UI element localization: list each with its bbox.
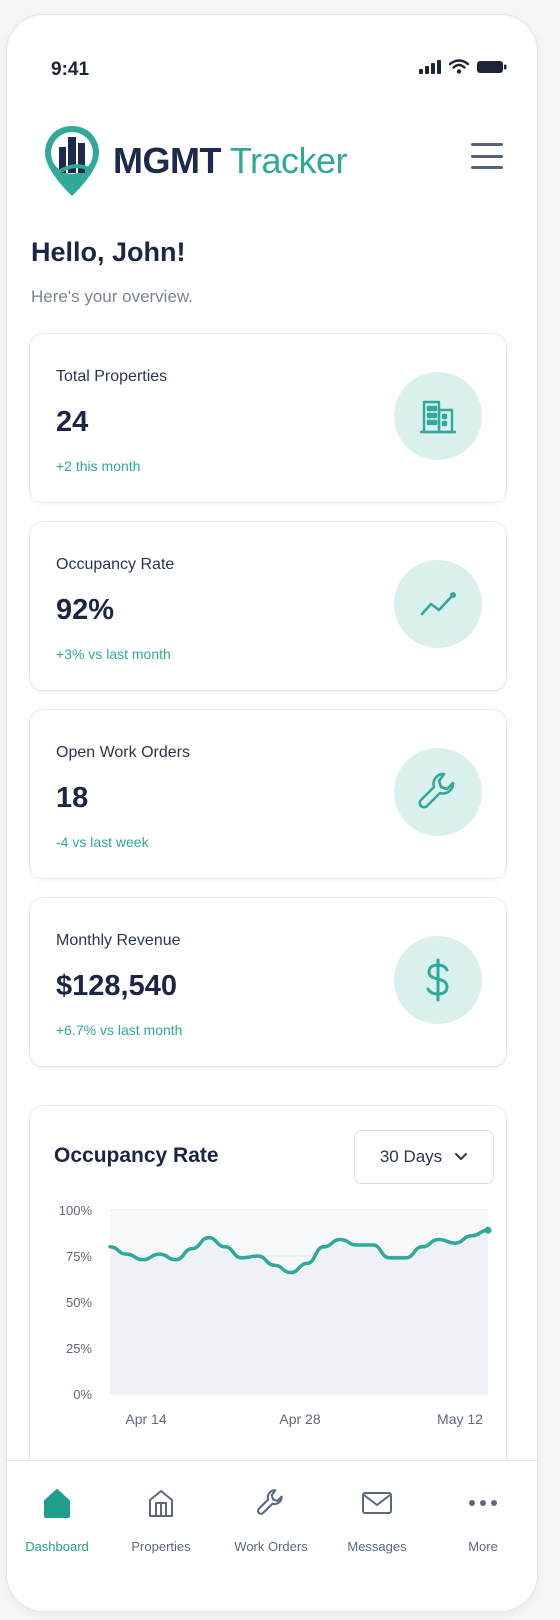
nav-item-work-orders[interactable]: Work Orders <box>219 1461 323 1581</box>
wrench-icon <box>418 772 455 809</box>
status-icons <box>419 59 507 74</box>
nav-label: Work Orders <box>234 1539 308 1554</box>
stat-card-open-work-orders[interactable]: Open Work Orders 18 -4 vs last week <box>29 709 507 879</box>
stat-label: Open Work Orders <box>56 744 190 761</box>
x-tick-label: May 12 <box>437 1411 483 1427</box>
hamburger-icon[interactable] <box>471 143 503 169</box>
more-icon <box>469 1500 497 1506</box>
stat-value: $128,540 <box>56 970 177 1002</box>
stat-label: Monthly Revenue <box>56 932 181 949</box>
stat-card-occupancy-rate[interactable]: Occupancy Rate 92% +3% vs last month <box>29 521 507 691</box>
stat-icon-bg <box>394 936 482 1024</box>
chart-title: Occupancy Rate <box>54 1144 219 1167</box>
status-time: 9:41 <box>51 59 90 80</box>
brand-name-light: Tracker <box>229 140 348 181</box>
stat-icon-bg <box>394 372 482 460</box>
logo-mark-icon <box>45 126 99 196</box>
greeting-subtitle: Here's your overview. <box>31 287 193 306</box>
stat-change: +3% vs last month <box>56 646 171 662</box>
stat-value: 24 <box>56 406 89 438</box>
status-bar: 9:41 <box>7 15 537 105</box>
y-tick-label: 75% <box>66 1249 92 1264</box>
nav-label: More <box>468 1539 498 1554</box>
y-tick-label: 100% <box>59 1203 93 1218</box>
mail-icon <box>362 1492 392 1514</box>
stat-value: 92% <box>56 594 115 626</box>
stat-label: Total Properties <box>56 368 168 385</box>
stat-card-total-properties[interactable]: Total Properties 24 +2 this month <box>29 333 507 503</box>
nav-label: Properties <box>131 1539 191 1554</box>
app-header: MGMT Tracker <box>7 115 537 205</box>
stat-change: -4 vs last week <box>56 834 149 850</box>
battery-icon <box>477 60 507 73</box>
signal-icon <box>419 59 441 74</box>
stat-icon-bg <box>394 748 482 836</box>
nav-label: Messages <box>347 1539 407 1554</box>
nav-item-messages[interactable]: Messages <box>325 1461 429 1581</box>
wifi-icon <box>449 59 469 74</box>
chevron-down-icon <box>455 1153 468 1160</box>
range-dropdown[interactable]: 30 Days <box>354 1130 494 1184</box>
greeting-title: Hello, John! <box>31 237 186 267</box>
bottom-nav: Dashboard Properties Work Orders Message… <box>7 1460 537 1611</box>
nav-item-dashboard[interactable]: Dashboard <box>7 1461 109 1581</box>
trend-up-icon <box>420 592 456 616</box>
stat-change: +6.7% vs last month <box>56 1022 183 1038</box>
stat-value: 18 <box>56 782 89 814</box>
stat-change: +2 this month <box>56 458 141 474</box>
series-end-point <box>484 1226 492 1234</box>
occupancy-chart-card: Occupancy Rate 30 Days 100% 75% 50% 25% 0% Ap… <box>29 1105 507 1487</box>
y-tick-label: 25% <box>66 1341 92 1356</box>
phone-frame: 9:41 MGMT Tracker Hello, John! Here's yo… <box>6 14 538 1612</box>
building-icon <box>420 400 456 434</box>
wrench-icon <box>257 1489 283 1515</box>
home-icon <box>44 1489 70 1518</box>
nav-item-properties[interactable]: Properties <box>109 1461 213 1581</box>
x-tick-label: Apr 28 <box>279 1411 320 1427</box>
brand-logo[interactable]: MGMT Tracker <box>41 123 348 199</box>
x-tick-label: Apr 14 <box>125 1411 166 1427</box>
occupancy-line-chart: 100% 75% 50% 25% 0% Apr 14 Apr 28 May 12 <box>59 1203 492 1427</box>
brand-name-bold: MGMT <box>113 140 221 181</box>
stat-icon-bg <box>394 560 482 648</box>
range-label: 30 Days <box>379 1147 443 1166</box>
building-outline-icon <box>149 1490 173 1517</box>
stat-label: Occupancy Rate <box>56 556 175 573</box>
y-tick-label: 0% <box>73 1387 92 1402</box>
nav-item-more[interactable]: More <box>431 1461 535 1581</box>
stat-card-monthly-revenue[interactable]: Monthly Revenue $128,540 +6.7% vs last m… <box>29 897 507 1067</box>
dollar-icon <box>426 958 449 1002</box>
nav-label: Dashboard <box>25 1539 89 1554</box>
y-tick-label: 50% <box>66 1295 92 1310</box>
